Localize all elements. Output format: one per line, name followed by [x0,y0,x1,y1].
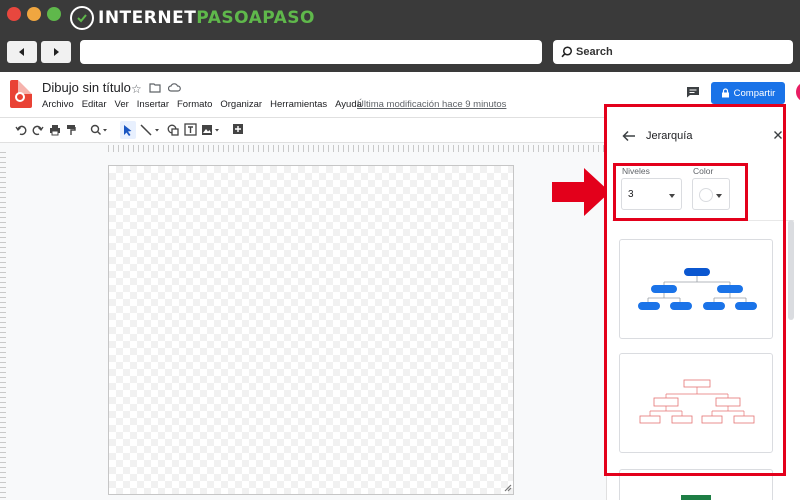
back-icon [19,48,24,56]
search-icon [561,46,573,58]
controls-highlight-box [613,163,748,221]
panel-highlight-box [604,104,786,476]
folder-icon[interactable] [149,82,161,93]
last-modified-link[interactable]: Última modificación hace 9 minutos [357,99,506,110]
redo-icon[interactable] [32,124,44,136]
site-brand: INTERNETPASOAPASO [70,5,315,31]
avatar[interactable] [796,82,800,102]
vertical-ruler [0,152,6,500]
annotation-arrow-icon [552,168,610,216]
comment-icon[interactable] [686,86,700,98]
share-label: Compartir [733,87,776,99]
share-button[interactable]: Compartir [711,82,785,104]
brand-logo-icon [70,6,94,30]
shape-icon[interactable] [167,124,179,136]
green-org-chart-thumbnail [681,495,711,500]
app-icon-mark [15,92,25,102]
drawing-canvas[interactable] [108,165,514,495]
forward-button[interactable] [41,41,71,63]
image-icon[interactable] [201,124,221,136]
resize-handle-icon[interactable] [503,483,512,492]
menu-editar[interactable]: Editar [82,99,107,110]
textbox-icon[interactable] [184,123,197,136]
browser-chrome: INTERNETPASOAPASO Search [0,0,800,72]
menu-insertar[interactable]: Insertar [137,99,169,110]
menu-herramientas[interactable]: Herramientas [270,99,327,110]
search-input[interactable]: Search [553,40,793,64]
paint-format-icon[interactable] [66,124,76,136]
back-button[interactable] [7,41,37,63]
undo-icon[interactable] [15,124,27,136]
zoom-icon[interactable] [90,124,108,136]
line-icon[interactable] [140,124,162,136]
panel-scrollbar[interactable] [788,220,794,320]
menu-archivo[interactable]: Archivo [42,99,74,110]
brand-text: INTERNETPASOAPASO [98,8,315,28]
drawings-app-icon[interactable] [10,80,32,108]
cloud-icon [167,83,181,92]
window-close-dot[interactable] [7,7,21,21]
document-title[interactable]: Dibujo sin título [42,80,131,95]
add-icon[interactable] [232,123,244,135]
title-actions: ☆ [131,82,181,96]
star-icon[interactable]: ☆ [131,82,142,96]
menu-bar: Archivo Editar Ver Insertar Formato Orga… [42,99,362,110]
brand-text-right: PASOAPASO [196,8,315,28]
menu-organizar[interactable]: Organizar [220,99,262,110]
lock-icon [721,88,729,98]
print-icon[interactable] [49,124,61,136]
horizontal-ruler [108,145,604,152]
brand-text-left: INTERNET [98,8,197,28]
forward-icon [54,48,59,56]
menu-ver[interactable]: Ver [115,99,129,110]
window-minimize-dot[interactable] [27,7,41,21]
window-maximize-dot[interactable] [47,7,61,21]
url-bar[interactable] [80,40,542,64]
select-icon[interactable] [123,124,133,137]
search-label: Search [576,46,613,58]
menu-formato[interactable]: Formato [177,99,212,110]
